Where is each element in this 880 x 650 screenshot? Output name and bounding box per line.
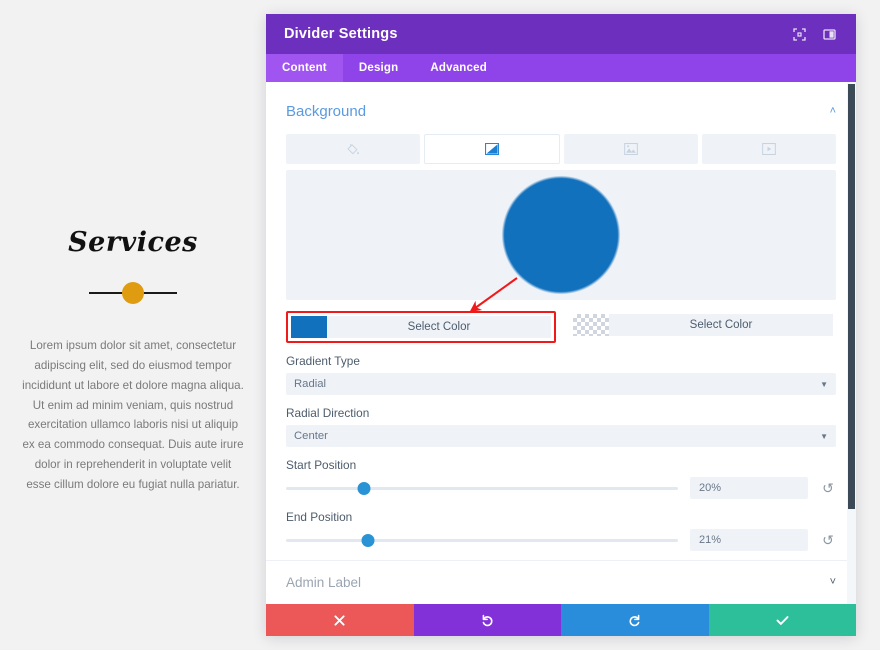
slider-handle[interactable] xyxy=(357,481,371,495)
modal-body: Background ˄ Select Color Select Color G… xyxy=(266,82,856,604)
bg-tab-image[interactable] xyxy=(564,134,698,164)
screen-root: Services Lorem ipsum dolor sit amet, con… xyxy=(0,0,880,650)
redo-button[interactable] xyxy=(561,604,709,636)
gradient-type-value: Radial xyxy=(294,378,327,390)
gradient-preview xyxy=(286,170,836,300)
tab-design[interactable]: Design xyxy=(343,54,415,82)
chevron-down-icon: ▼ xyxy=(820,431,828,441)
paint-bucket-icon xyxy=(346,143,360,156)
chevron-up-icon[interactable]: ˄ xyxy=(830,105,836,117)
end-position-field: End Position 21% ↺ xyxy=(286,510,836,551)
tab-content[interactable]: Content xyxy=(266,54,343,82)
end-position-label: End Position xyxy=(286,510,353,524)
slider-handle[interactable] xyxy=(361,533,375,547)
gradient-type-label: Gradient Type xyxy=(286,354,360,368)
chevron-down-icon[interactable]: ˅ xyxy=(830,577,836,588)
layout-panel-icon[interactable] xyxy=(818,23,840,45)
gradient-type-select[interactable]: Radial ▼ xyxy=(286,373,836,395)
end-color-button[interactable]: Select Color xyxy=(573,314,833,336)
divider-settings-modal: Divider Settings Content Design Advanced xyxy=(266,14,856,636)
bg-tab-color[interactable] xyxy=(286,134,420,164)
modal-header: Divider Settings xyxy=(266,14,856,54)
section-title: Background xyxy=(286,102,367,120)
start-color-swatch xyxy=(291,316,327,338)
services-module: Services Lorem ipsum dolor sit amet, con… xyxy=(0,228,266,495)
admin-label-section[interactable]: Admin Label ˅ xyxy=(266,560,856,604)
end-position-slider[interactable] xyxy=(286,531,678,549)
start-position-field: Start Position 20% ↺ xyxy=(286,458,836,499)
end-position-row: 21% ↺ xyxy=(286,529,836,551)
gradient-type-field: Gradient Type Radial ▼ xyxy=(286,354,836,395)
radial-direction-label: Radial Direction xyxy=(286,406,370,420)
gradient-icon xyxy=(485,143,499,155)
gradient-color-row: Select Color Select Color xyxy=(286,311,836,343)
chevron-down-icon: ▼ xyxy=(820,379,828,389)
reset-icon[interactable]: ↺ xyxy=(820,533,836,547)
undo-button[interactable] xyxy=(413,604,561,636)
redo-icon xyxy=(628,614,641,627)
image-icon xyxy=(624,143,638,155)
save-button[interactable] xyxy=(708,604,856,636)
modal-tab-bar: Content Design Advanced xyxy=(266,54,856,82)
end-color-wrap: Select Color xyxy=(570,311,836,343)
scrollbar-thumb[interactable] xyxy=(848,84,855,509)
end-color-swatch xyxy=(573,314,609,336)
start-position-slider[interactable] xyxy=(286,479,678,497)
radial-direction-value: Center xyxy=(294,430,328,442)
start-position-row: 20% ↺ xyxy=(286,477,836,499)
page-preview-area: Services Lorem ipsum dolor sit amet, con… xyxy=(0,0,266,650)
bg-tab-video[interactable] xyxy=(702,134,836,164)
bg-tab-gradient[interactable] xyxy=(424,134,560,164)
body-text: Lorem ipsum dolor sit amet, consectetur … xyxy=(22,338,244,492)
cancel-button[interactable] xyxy=(266,604,414,636)
admin-label-title: Admin Label xyxy=(286,575,362,590)
background-type-tabs xyxy=(286,134,836,164)
end-position-input[interactable]: 21% xyxy=(690,529,808,551)
radial-direction-field: Radial Direction Center ▼ xyxy=(286,406,836,447)
divider-dot xyxy=(122,281,144,304)
modal-title: Divider Settings xyxy=(284,26,398,42)
undo-icon xyxy=(481,614,494,627)
modal-scroll-content: Background ˄ Select Color Select Color G… xyxy=(266,82,856,604)
reset-icon[interactable]: ↺ xyxy=(820,481,836,495)
slider-track xyxy=(286,538,678,542)
start-color-button[interactable]: Select Color xyxy=(291,316,551,338)
start-color-label: Select Color xyxy=(327,316,551,338)
tab-advanced[interactable]: Advanced xyxy=(414,54,503,82)
video-icon xyxy=(762,143,776,155)
modal-footer xyxy=(266,604,856,636)
start-position-label: Start Position xyxy=(286,458,357,472)
start-position-input[interactable]: 20% xyxy=(690,477,808,499)
page-title: Services xyxy=(68,227,198,258)
background-section-header[interactable]: Background ˄ xyxy=(286,90,836,132)
close-icon xyxy=(334,614,345,626)
expand-icon[interactable] xyxy=(788,23,810,45)
check-icon xyxy=(776,615,789,626)
radial-direction-select[interactable]: Center ▼ xyxy=(286,425,836,447)
divider-module[interactable] xyxy=(89,280,177,306)
modal-scrollbar[interactable] xyxy=(847,82,856,604)
start-color-highlight: Select Color xyxy=(286,311,556,343)
end-color-label: Select Color xyxy=(609,314,833,336)
slider-track xyxy=(286,486,678,490)
